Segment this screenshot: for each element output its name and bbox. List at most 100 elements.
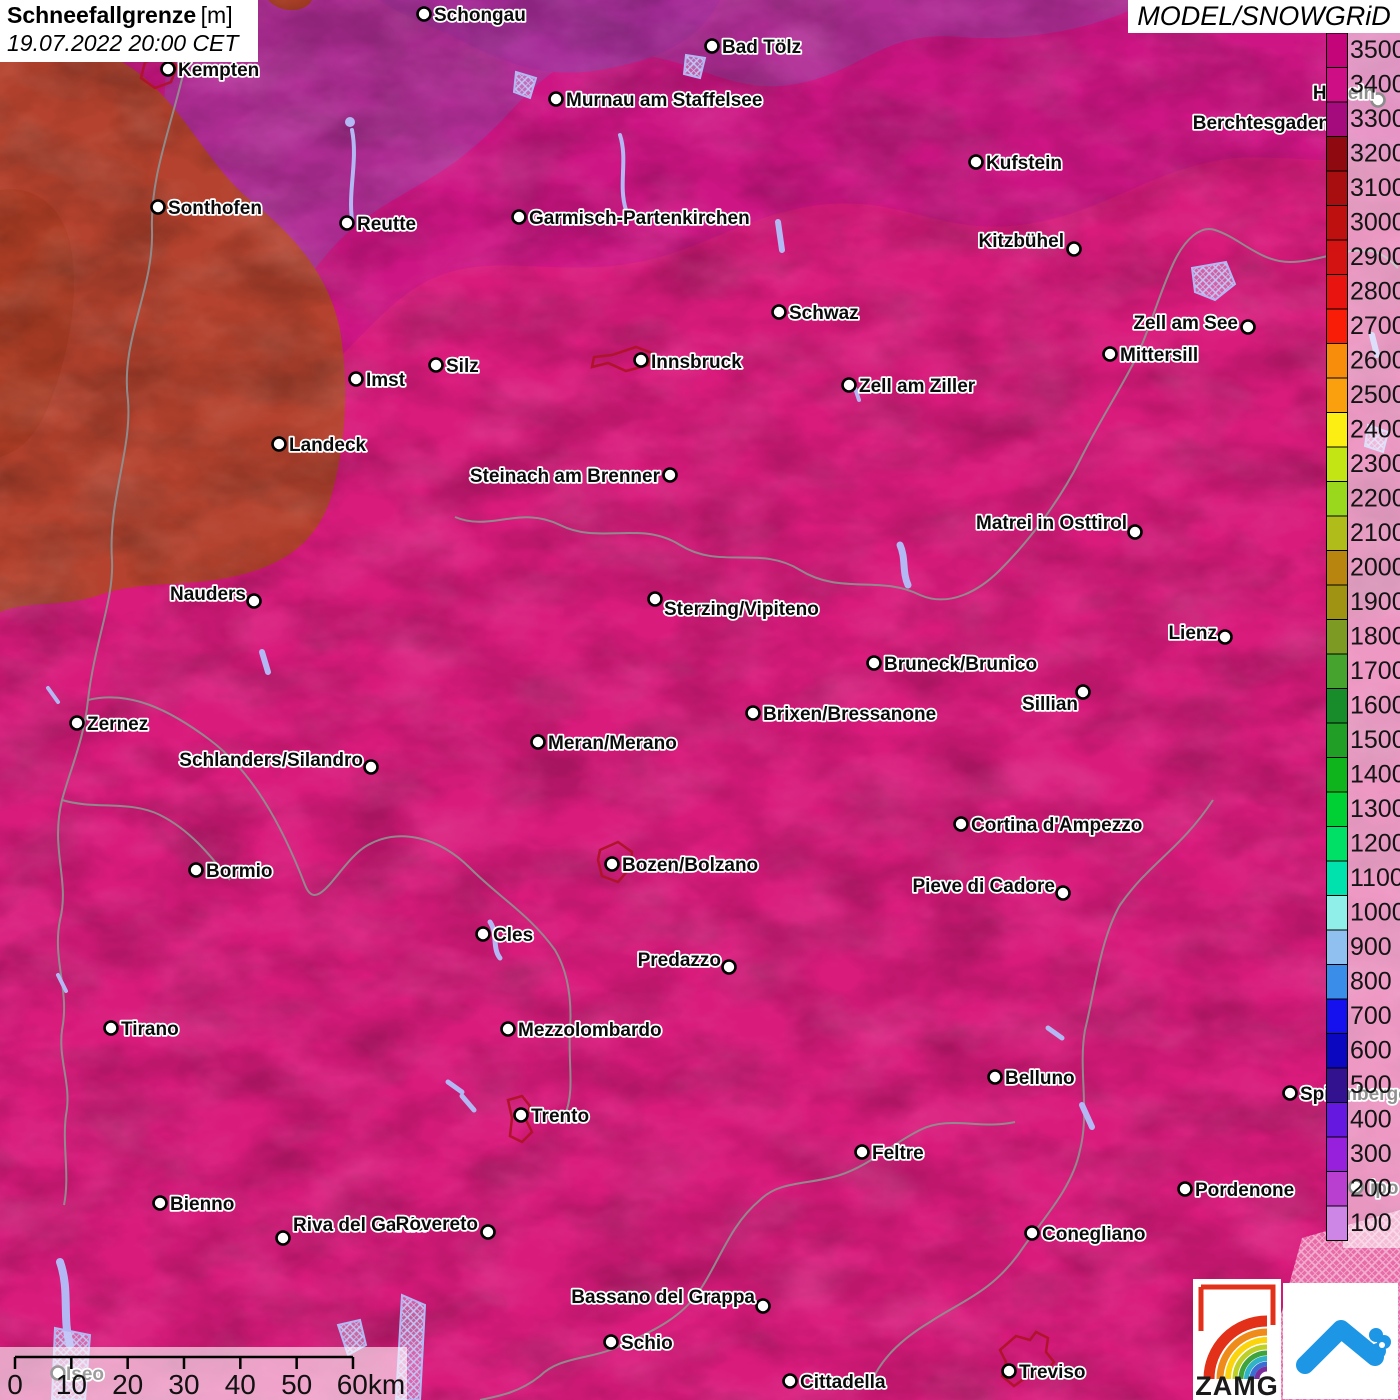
colorbar-tick-label: 2800 xyxy=(1350,278,1400,306)
colorbar-cell xyxy=(1327,344,1348,379)
page-title: Schneefallgrenze xyxy=(7,2,196,28)
city-label: Pieve di Cadore xyxy=(912,876,1055,897)
city-label: Bassano del Grappa xyxy=(571,1287,755,1308)
colorbar-tick-label: 1700 xyxy=(1350,657,1400,685)
city-marker xyxy=(757,1300,770,1313)
city-marker xyxy=(1077,686,1090,699)
city-marker xyxy=(747,707,760,720)
city-marker xyxy=(477,928,490,941)
city-marker xyxy=(1057,887,1070,900)
colorbar-cell xyxy=(1327,585,1348,620)
colorbar-cell xyxy=(1327,861,1348,896)
colorbar-tick-label: 3100 xyxy=(1350,174,1400,202)
scalebar-tick-label: 60km xyxy=(337,1369,405,1400)
city-marker xyxy=(1242,321,1255,334)
city-marker xyxy=(723,961,736,974)
colorbar-tick-label: 300 xyxy=(1350,1140,1392,1168)
city-label: Belluno xyxy=(1005,1068,1075,1089)
city-label: Matrei in Osttirol xyxy=(976,513,1127,534)
colorbar-tick-label: 2400 xyxy=(1350,416,1400,444)
city-marker xyxy=(989,1071,1002,1084)
scalebar-tick-label: 40 xyxy=(225,1369,256,1400)
city-marker xyxy=(1284,1087,1297,1100)
colorbar-tick-label: 2000 xyxy=(1350,554,1400,582)
city-label: Zell am Ziller xyxy=(859,376,976,397)
colorbar-tick-label: 1500 xyxy=(1350,726,1400,754)
city-label: Predazzo xyxy=(638,950,721,971)
colorbar-cell xyxy=(1327,620,1348,655)
colorbar-tick-label: 100 xyxy=(1350,1209,1392,1237)
city-marker xyxy=(706,40,719,53)
colorbar-tick-label: 2900 xyxy=(1350,243,1400,271)
colorbar-cell xyxy=(1327,965,1348,1000)
colorbar-cell xyxy=(1327,1103,1348,1138)
city-marker xyxy=(273,438,286,451)
colorbar-cell xyxy=(1327,1068,1348,1103)
colorbar-cell xyxy=(1327,102,1348,137)
city-label: Schongau xyxy=(434,5,526,26)
colorbar-tick-label: 2100 xyxy=(1350,519,1400,547)
city-label: Zernez xyxy=(87,714,148,735)
city-marker xyxy=(532,736,545,749)
colorbar-cell xyxy=(1327,999,1348,1034)
city-label: Schwaz xyxy=(789,303,859,324)
colorbar-cell xyxy=(1327,930,1348,965)
city-label: Lienz xyxy=(1168,623,1217,644)
city-label: Mittersill xyxy=(1120,345,1198,366)
zamg-logo: ZAMG xyxy=(1193,1279,1281,1400)
city-label: Bozen/Bolzano xyxy=(622,855,758,876)
city-label: Landeck xyxy=(289,435,367,456)
city-marker xyxy=(513,211,526,224)
colorbar-cell xyxy=(1327,413,1348,448)
city-label: Murnau am Staffelsee xyxy=(566,90,762,111)
colorbar-cell xyxy=(1327,378,1348,413)
colorbar-cell xyxy=(1327,827,1348,862)
colorbar-cell xyxy=(1327,137,1348,172)
city-label: Reutte xyxy=(357,214,416,235)
colorbar-cell xyxy=(1327,896,1348,931)
city-marker xyxy=(1219,631,1232,644)
colorbar-cell xyxy=(1327,240,1348,275)
city-label: Feltre xyxy=(872,1143,924,1164)
city-label: Bienno xyxy=(170,1194,234,1215)
colorbar-tick-label: 200 xyxy=(1350,1175,1392,1203)
colorbar-tick-label: 2600 xyxy=(1350,347,1400,375)
colorbar-tick-label: 1000 xyxy=(1350,899,1400,927)
city-marker xyxy=(550,93,563,106)
colorbar-cell xyxy=(1327,689,1348,724)
city-marker xyxy=(350,373,363,386)
city-marker xyxy=(605,1336,618,1349)
colorbar-cell xyxy=(1327,516,1348,551)
city-marker xyxy=(635,354,648,367)
city-label: Kitzbühel xyxy=(979,231,1065,252)
city-label: Sterzing/Vipiteno xyxy=(664,599,819,620)
colorbar-tick-label: 600 xyxy=(1350,1037,1392,1065)
city-label: Garmisch-Partenkirchen xyxy=(529,208,750,229)
colorbar-tick-label: 3000 xyxy=(1350,209,1400,237)
city-label: Zell am See xyxy=(1133,313,1238,334)
scalebar-tick-label: 20 xyxy=(112,1369,143,1400)
colorbar-tick-label: 400 xyxy=(1350,1106,1392,1134)
city-label: Cortina d'Ampezzo xyxy=(971,815,1142,836)
colorbar-cell xyxy=(1327,206,1348,241)
colorbar-cell xyxy=(1327,447,1348,482)
colorbar-tick-label: 2300 xyxy=(1350,450,1400,478)
city-marker xyxy=(105,1022,118,1035)
colorbar-tick-label: 3200 xyxy=(1350,140,1400,168)
scalebar-tick-label: 0 xyxy=(7,1369,23,1400)
city-label: Schio xyxy=(621,1333,673,1354)
model-label-box: MODEL/SNOWGRiD xyxy=(1128,0,1400,33)
map-title-box: Schneefallgrenze [m] 19.07.2022 20:00 CE… xyxy=(0,0,258,62)
colorbar-tick-label: 1100 xyxy=(1350,864,1400,892)
colorbar-tick-label: 1200 xyxy=(1350,830,1400,858)
city-marker xyxy=(430,359,443,372)
city-label: Silz xyxy=(446,356,479,377)
model-name: MODEL/SNOWGRiD xyxy=(1137,1,1391,31)
city-marker xyxy=(1104,348,1117,361)
city-marker xyxy=(970,156,983,169)
colorbar-cell xyxy=(1327,792,1348,827)
city-marker xyxy=(955,818,968,831)
city-label: Bad Tölz xyxy=(722,37,801,58)
city-label: Sillian xyxy=(1022,694,1078,715)
colorbar-tick-label: 2200 xyxy=(1350,485,1400,513)
